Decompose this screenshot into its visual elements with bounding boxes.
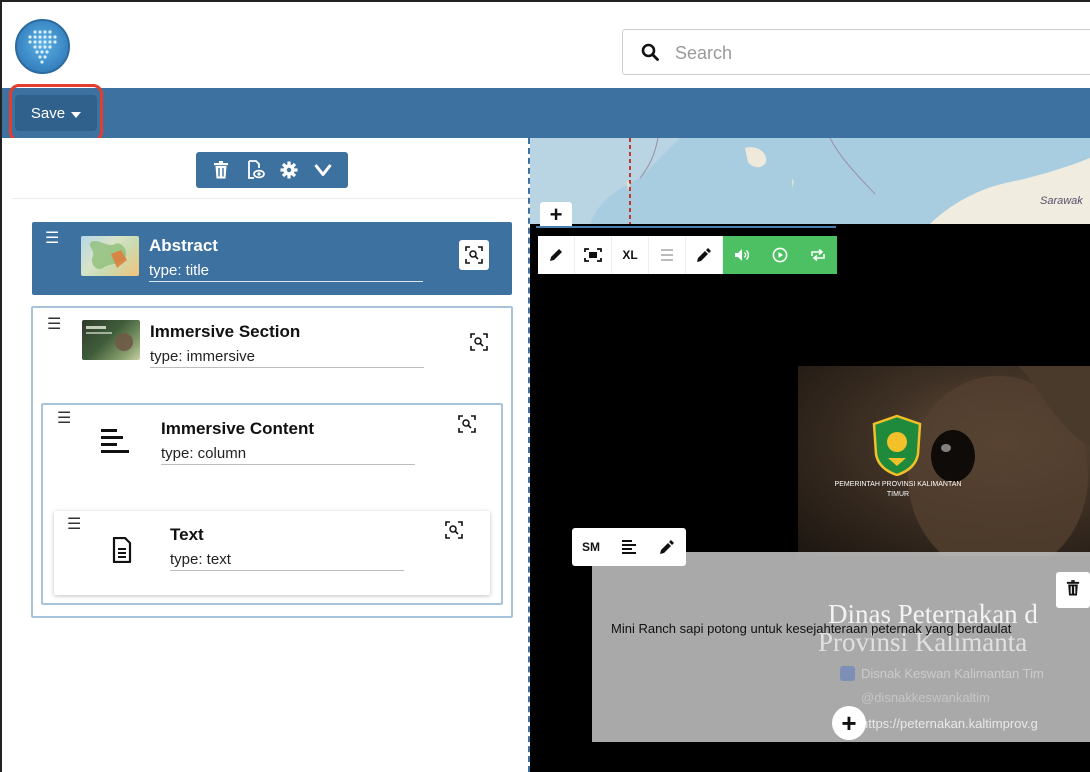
cow-video-frame [798,366,1090,576]
play-circle-icon[interactable] [761,236,799,274]
loop-icon[interactable] [799,236,837,274]
align-icon[interactable] [649,236,686,274]
drag-handle-icon[interactable]: ☰ [47,317,61,333]
delete-block-button[interactable] [1056,572,1090,608]
block-title: Text [170,525,204,544]
story-preview: Sarawak + XL PEMERINTAH PROVINSI KALIMAN… [530,138,1090,772]
map-background[interactable]: Sarawak [530,138,1090,224]
add-block-button[interactable]: + [832,706,866,740]
block-card-immersive-section[interactable]: ☰ Immersive Section type: immersive ☰ Im… [31,306,513,618]
social-facebook-text: Disnak Keswan Kalimantan Tim [861,666,1044,681]
text-block-content[interactable]: Mini Ranch sapi potong untuk kesejahtera… [611,621,1011,636]
align-left-icon[interactable] [610,528,648,566]
document-icon [112,536,132,568]
search-input[interactable] [675,38,1075,68]
emblem-caption: PEMERINTAH PROVINSI KALIMANTAN TIMUR [834,481,962,498]
province-emblem-logo [870,414,924,477]
save-button-label: Save [30,104,66,122]
social-instagram: @disnakkeswankaltim [861,690,990,705]
map-zoom-in-button[interactable]: + [540,202,572,227]
top-header [0,0,1090,88]
structure-panel: ☰ Abstract type: title ☰ Immersive Secti… [0,138,530,772]
panel-separator [12,198,530,199]
caret-down-icon [71,105,82,122]
align-left-icon [101,429,129,460]
volume-icon[interactable] [723,236,761,274]
block-type: type: title [149,262,423,282]
color-picker-icon[interactable] [648,528,686,566]
panel-action-bar [196,152,348,188]
size-xl-button[interactable]: XL [612,236,649,274]
block-card-immersive-content[interactable]: ☰ Immersive Content type: column ☰ Text … [41,403,503,605]
social-website: https://peternakan.kaltimprov.g [840,716,1038,731]
facebook-icon [840,666,855,681]
size-sm-button[interactable]: SM [572,528,610,566]
drag-handle-icon[interactable]: ☰ [57,411,71,427]
editor-toolbar: Save [0,88,1090,138]
map-region-label: Sarawak [1040,195,1083,207]
block-card-text[interactable]: ☰ Text type: text [54,511,490,595]
media-block-outline [536,226,836,228]
focus-zoom-icon[interactable] [465,328,493,356]
color-picker-icon[interactable] [686,236,723,274]
chevron-down-icon[interactable] [311,158,335,182]
drag-handle-icon[interactable]: ☰ [67,517,81,533]
edit-pencil-icon[interactable] [538,236,575,274]
media-toolbar: XL [538,236,837,274]
fit-screen-icon[interactable] [575,236,612,274]
trash-icon [1066,579,1080,601]
map-thumbnail [81,236,139,276]
focus-zoom-icon[interactable] [453,410,481,438]
app-logo[interactable] [15,19,70,74]
drag-handle-icon[interactable]: ☰ [45,231,59,247]
block-title: Immersive Section [150,322,301,341]
save-button[interactable]: Save [15,95,97,131]
block-type: type: text [170,551,404,571]
social-website-text: https://peternakan.kaltimprov.g [861,716,1038,731]
block-type: type: column [161,445,415,465]
social-instagram-text: @disnakkeswankaltim [861,690,990,705]
preview-icon[interactable] [243,158,267,182]
trash-icon[interactable] [209,158,233,182]
gear-icon[interactable] [277,158,301,182]
block-card-abstract[interactable]: ☰ Abstract type: title [32,222,512,295]
social-facebook: Disnak Keswan Kalimantan Tim [840,666,1044,681]
block-type: type: immersive [150,348,424,368]
search-box[interactable] [622,29,1090,75]
text-toolbar: SM [572,528,686,566]
video-thumbnail [82,320,140,360]
focus-zoom-icon[interactable] [440,516,468,544]
block-title: Abstract [149,236,218,255]
search-icon [641,43,659,66]
focus-zoom-icon[interactable] [459,240,489,270]
block-title: Immersive Content [161,419,315,438]
